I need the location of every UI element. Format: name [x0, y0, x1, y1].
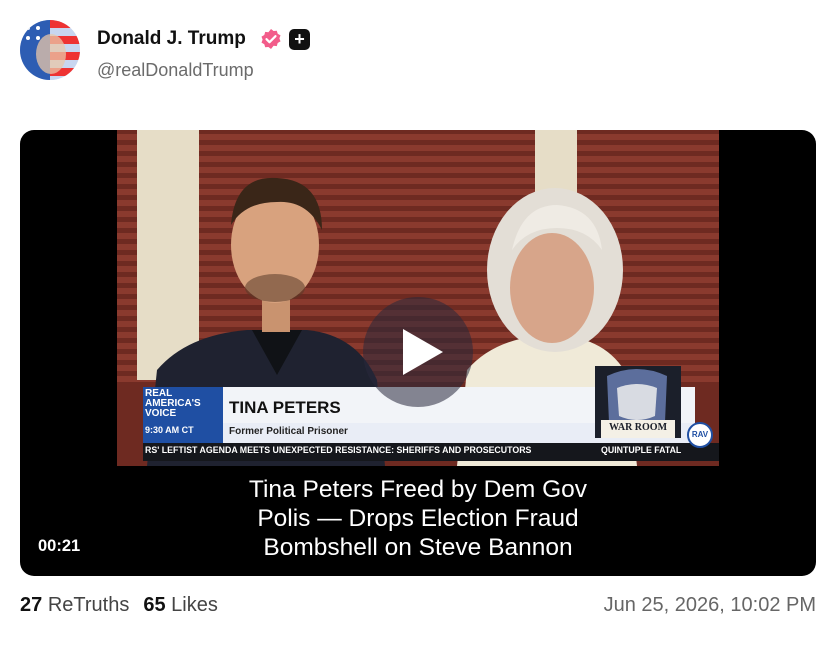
play-icon: [403, 329, 443, 375]
network-logo: REAL AMERICA'S VOICE 9:30 AM CT: [145, 389, 221, 436]
verified-badge-icon: [260, 28, 282, 50]
author-handle[interactable]: @realDonaldTrump: [97, 60, 254, 81]
post-header: Donald J. Trump + @realDonaldTrump: [20, 20, 820, 82]
retruths-link[interactable]: 27 ReTruths: [20, 594, 129, 616]
likes-link[interactable]: 65 Likes: [143, 594, 218, 616]
broadcast-time: 9:30 AM CT: [145, 425, 194, 435]
retruths-count: 27: [20, 594, 43, 616]
plus-square-icon: +: [289, 29, 310, 50]
avatar[interactable]: [20, 20, 80, 80]
retruths-label: ReTruths: [47, 594, 130, 616]
likes-count: 65: [143, 594, 166, 616]
post-timestamp[interactable]: Jun 25, 2026, 10:02 PM: [604, 594, 816, 617]
video-duration: 00:21: [38, 537, 81, 555]
caption-line: Bombshell on Steve Bannon: [263, 534, 573, 561]
chyron-title: Former Political Prisoner: [229, 426, 348, 437]
likes-label: Likes: [171, 594, 218, 616]
video-caption: Tina Peters Freed by Dem Gov Polis — Dro…: [20, 475, 816, 562]
network-logo-line: VOICE: [145, 408, 177, 419]
play-button[interactable]: [363, 297, 473, 407]
chyron-name: TINA PETERS: [229, 398, 341, 417]
caption-line: Tina Peters Freed by Dem Gov: [248, 476, 588, 503]
news-ticker-right: QUINTUPLE FATAL: [601, 445, 682, 455]
author-name[interactable]: Donald J. Trump: [97, 28, 246, 50]
post-stats: 27 ReTruths 65 Likes: [20, 594, 218, 617]
war-room-logo: WAR ROOM: [608, 422, 668, 433]
rav-logo: RAV: [691, 430, 709, 439]
video-player[interactable]: REAL AMERICA'S VOICE 9:30 AM CT TINA PET…: [20, 130, 816, 576]
caption-line: Polis — Drops Election Fraud: [257, 505, 579, 532]
news-ticker: RS' LEFTIST AGENDA MEETS UNEXPECTED RESI…: [145, 445, 532, 455]
